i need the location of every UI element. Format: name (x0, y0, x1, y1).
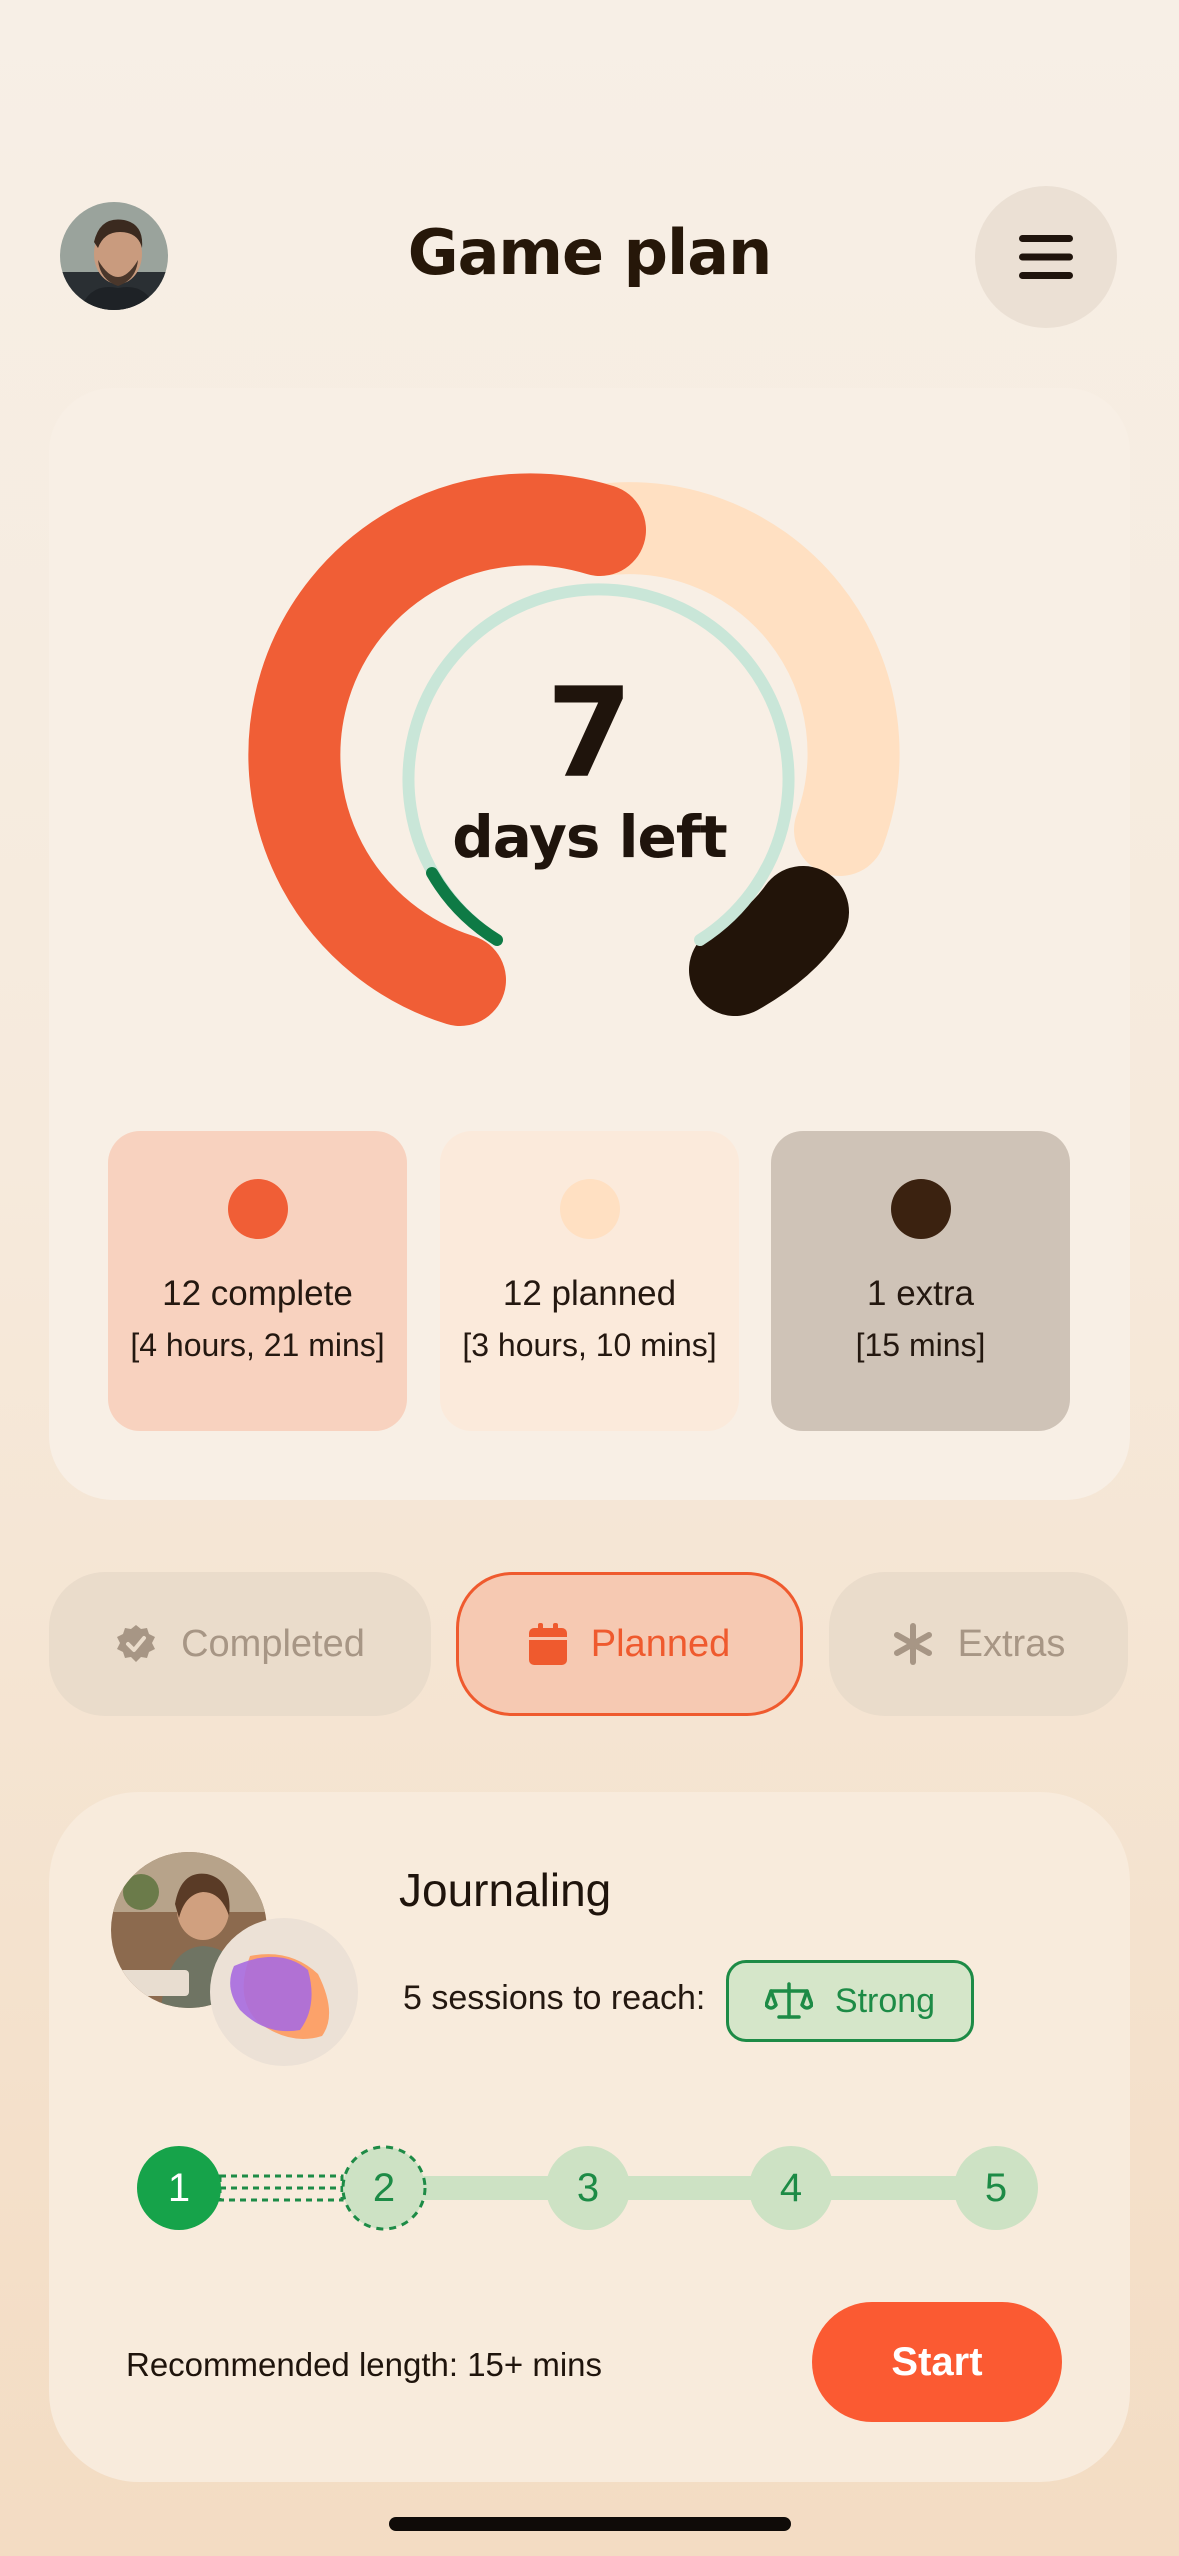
home-indicator[interactable] (389, 2517, 791, 2531)
activity-title: Journaling (399, 1864, 612, 1916)
extra-dot-icon (891, 1179, 951, 1239)
step-3[interactable]: 3 (546, 2146, 630, 2230)
days-ring-chart (248, 473, 900, 1026)
days-left-label: days left (452, 803, 728, 871)
stat-complete-subtitle: [4 hours, 21 mins] (130, 1327, 385, 1363)
journaling-shape-icon (230, 1954, 330, 2039)
days-left-number: 7 (546, 662, 633, 806)
planned-dot-icon (560, 1179, 620, 1239)
stat-extra[interactable]: 1 extra [15 mins] (771, 1131, 1070, 1431)
check-badge-icon (117, 1625, 156, 1662)
stat-planned-subtitle: [3 hours, 10 mins] (462, 1327, 717, 1363)
tab-extras-label: Extras (957, 1622, 1066, 1665)
stat-planned-title: 12 planned (502, 1274, 677, 1313)
stat-extra-title: 1 extra (867, 1274, 974, 1313)
strong-badge: Strong (726, 1960, 974, 2042)
sessions-text: 5 sessions to reach: (403, 1979, 706, 2017)
stat-planned[interactable]: 12 planned [3 hours, 10 mins] (440, 1131, 739, 1431)
strong-badge-label: Strong (834, 1981, 936, 2020)
stat-complete[interactable]: 12 complete [4 hours, 21 mins] (108, 1131, 407, 1431)
step-2[interactable]: 2 (342, 2146, 426, 2230)
ring-extra-segment (689, 866, 849, 1016)
step-5[interactable]: 5 (954, 2146, 1038, 2230)
recommended-length: Recommended length: 15+ mins (126, 2346, 603, 2383)
complete-dot-icon (228, 1179, 288, 1239)
step-1[interactable]: 1 (137, 2146, 221, 2230)
activity-shape (210, 1918, 358, 2066)
tab-planned[interactable]: Planned (456, 1572, 803, 1716)
stat-extra-subtitle: [15 mins] (855, 1327, 986, 1363)
start-button[interactable]: Start (812, 2302, 1062, 2422)
stat-complete-title: 12 complete (162, 1274, 353, 1313)
tab-completed[interactable]: Completed (49, 1572, 431, 1716)
tab-extras[interactable]: Extras (829, 1572, 1128, 1716)
calendar-icon (528, 1623, 567, 1665)
asterisk-icon (893, 1623, 932, 1665)
tab-completed-label: Completed (181, 1622, 365, 1665)
step-4[interactable]: 4 (749, 2146, 833, 2230)
scale-icon (764, 1982, 813, 2019)
tab-planned-label: Planned (590, 1622, 731, 1665)
